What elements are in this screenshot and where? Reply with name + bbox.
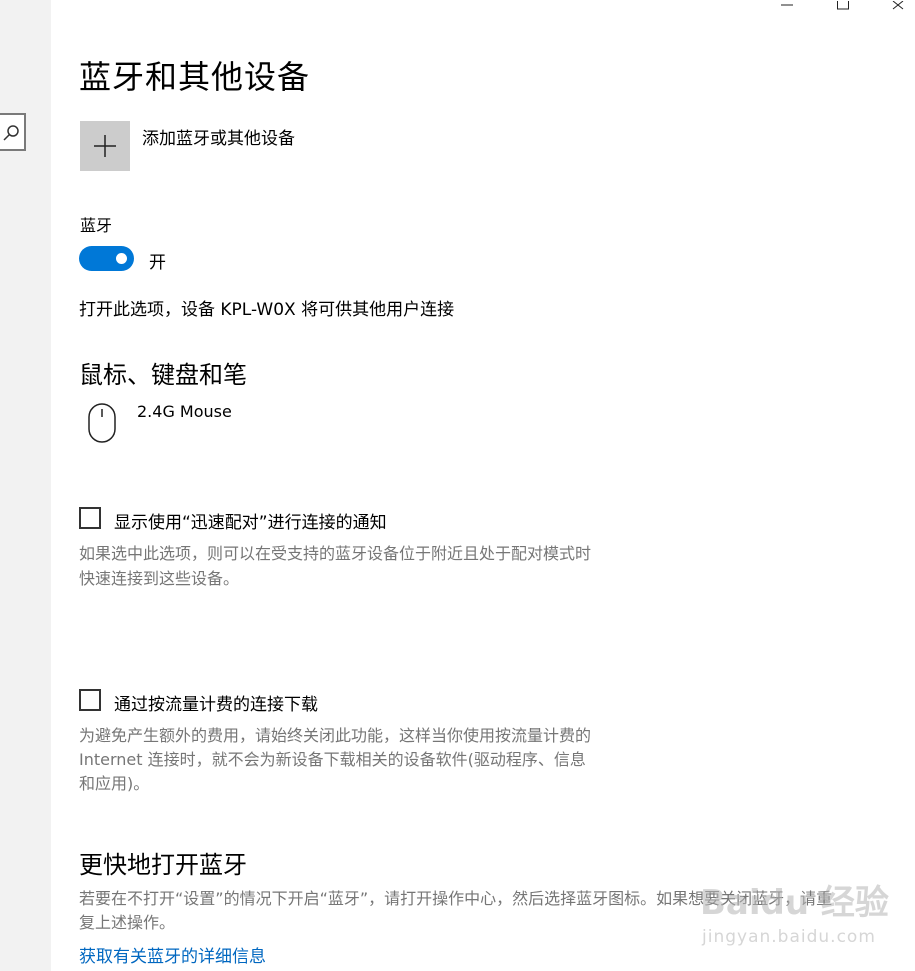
watermark-url: jingyan.baidu.com (702, 927, 876, 947)
search-icon (3, 125, 19, 141)
bluetooth-toggle[interactable] (79, 246, 134, 271)
watermark-main: Baidu 经验 (700, 883, 889, 923)
bluetooth-label: 蓝牙 (80, 216, 113, 235)
swift-pair-desc-line2: 快速连接到这些设备。 (79, 569, 240, 588)
settings-sidebar (0, 0, 51, 971)
metered-download-checkbox[interactable] (79, 689, 101, 711)
baidu-watermark: Baidu 经验 jingyan.baidu.com (700, 875, 900, 955)
metered-desc-line1: 为避免产生额外的费用，请始终关闭此功能，这样当你使用按流量计费的 (79, 726, 592, 745)
maximize-button[interactable] (823, 0, 863, 14)
swift-pair-desc-line1: 如果选中此选项，则可以在受支持的蓝牙设备位于附近且处于配对模式时 (79, 544, 592, 563)
minimize-icon (781, 4, 793, 6)
bluetooth-state-text: 开 (149, 253, 166, 273)
device-name[interactable]: 2.4G Mouse (137, 402, 232, 421)
add-device-label[interactable]: 添加蓝牙或其他设备 (142, 124, 295, 149)
metered-desc-line2: Internet 连接时，就不会为新设备下载相关的设备软件(驱动程序、信息 (79, 750, 586, 769)
metered-desc-line3: 和应用)。 (79, 774, 150, 793)
search-button[interactable] (0, 113, 26, 151)
mice-section-heading: 鼠标、键盘和笔 (79, 361, 247, 389)
plus-icon (94, 135, 116, 157)
close-button[interactable] (878, 0, 915, 14)
toggle-knob (116, 253, 127, 264)
maximize-icon (837, 1, 849, 10)
close-icon (892, 1, 904, 10)
add-device-button[interactable] (80, 121, 130, 171)
swift-pair-label[interactable]: 显示使用“迅速配对”进行连接的通知 (114, 508, 387, 533)
minimize-button[interactable] (767, 0, 807, 14)
bluetooth-info-link[interactable]: 获取有关蓝牙的详细信息 (79, 942, 266, 967)
mouse-icon (88, 403, 116, 443)
metered-download-label[interactable]: 通过按流量计费的连接下载 (114, 690, 318, 715)
page-title: 蓝牙和其他设备 (79, 58, 311, 96)
swift-pair-checkbox[interactable] (79, 507, 101, 529)
faster-bluetooth-heading: 更快地打开蓝牙 (79, 851, 247, 879)
bluetooth-description: 打开此选项，设备 KPL-W0X 将可供其他用户连接 (79, 300, 455, 320)
faster-desc-line2: 复上述操作。 (79, 913, 176, 932)
